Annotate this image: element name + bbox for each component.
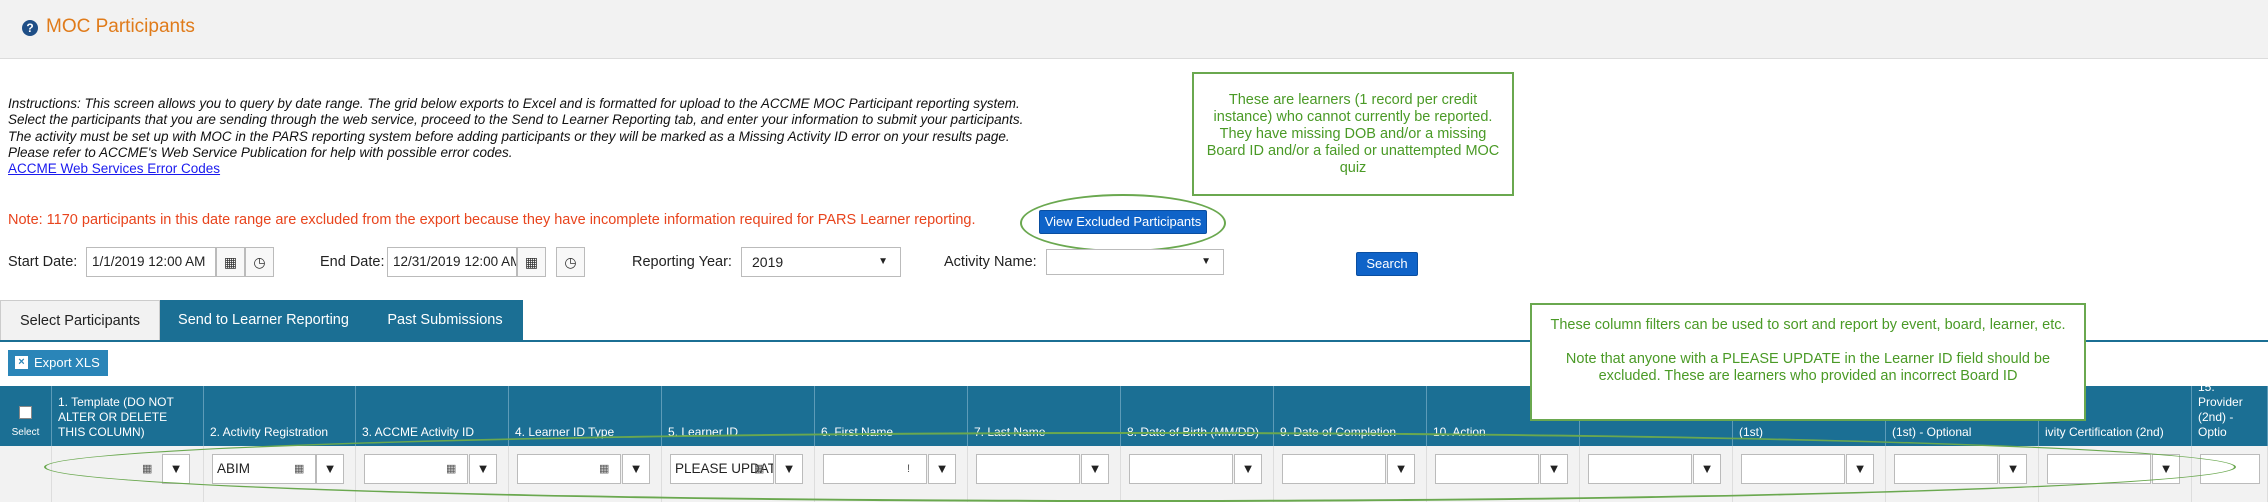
help-icon[interactable]: ?: [22, 20, 38, 36]
select-all-column[interactable]: Select: [0, 386, 52, 446]
excluded-note: Note: 1170 participants in this date ran…: [8, 212, 976, 228]
reporting-year-value: 2019: [752, 254, 784, 270]
column-header[interactable]: 3. ACCME Activity ID: [356, 386, 509, 446]
chevron-down-icon: ▼: [878, 256, 888, 267]
page-title: MOC Participants: [46, 16, 195, 37]
excel-icon: ×: [15, 356, 28, 369]
filters-callout-note: Note that anyone with a PLEASE UPDATE in…: [1565, 351, 2051, 384]
clock-icon[interactable]: ◷: [245, 247, 274, 277]
reporting-year-select[interactable]: 2019 ▼: [741, 247, 901, 277]
filters-callout: These column filters can be used to sort…: [1530, 303, 2086, 421]
tab-select-participants[interactable]: Select Participants: [0, 300, 160, 340]
calendar-icon[interactable]: ▦: [517, 247, 546, 277]
start-date-label: Start Date:: [8, 254, 78, 270]
column-header[interactable]: 15. Provider (2nd) - Optio: [2192, 386, 2268, 446]
instruction-line: The activity must be set up with MOC in …: [8, 128, 1010, 144]
chevron-down-icon: ▼: [1201, 256, 1211, 267]
activity-name-select[interactable]: ▼: [1046, 249, 1224, 275]
excluded-callout: These are learners (1 record per credit …: [1192, 72, 1514, 196]
instruction-line: Select the participants that you are sen…: [8, 112, 1024, 128]
clock-icon[interactable]: ◷: [556, 247, 585, 277]
end-date-input[interactable]: 12/31/2019 12:00 AM: [387, 247, 517, 277]
filter-cell-select: [0, 446, 52, 502]
export-xls-label: Export XLS: [34, 355, 100, 370]
search-button[interactable]: Search: [1356, 252, 1418, 276]
instruction-line: Instructions: This screen allows you to …: [8, 96, 1020, 111]
end-date-label: End Date:: [320, 254, 385, 270]
select-label: Select: [11, 427, 40, 438]
highlight-oval: [1020, 194, 1226, 252]
callout-spacer: [1548, 334, 2068, 351]
calendar-icon[interactable]: ▦: [216, 247, 245, 277]
error-codes-link[interactable]: ACCME Web Services Error Codes: [8, 161, 1158, 177]
column-header[interactable]: 2. Activity Registration: [204, 386, 356, 446]
tab-past-submissions[interactable]: Past Submissions: [367, 300, 523, 340]
select-all-checkbox[interactable]: [19, 406, 32, 419]
instructions: Instructions: This screen allows you to …: [8, 96, 1158, 177]
start-date-input[interactable]: 1/1/2019 12:00 AM: [86, 247, 216, 277]
export-xls-button[interactable]: × Export XLS: [8, 350, 108, 376]
reporting-year-label: Reporting Year:: [632, 254, 732, 270]
tab-send-to-learner-reporting[interactable]: Send to Learner Reporting: [160, 300, 367, 340]
instruction-line: Please refer to ACCME's Web Service Publ…: [8, 144, 513, 160]
highlight-oval: [44, 432, 2236, 502]
filters-callout-text: These column filters can be used to sort…: [1550, 317, 2066, 333]
excluded-callout-text: These are learners (1 record per credit …: [1206, 91, 1500, 176]
column-header[interactable]: 1. Template (DO NOT ALTER OR DELETE THIS…: [52, 386, 204, 446]
title-bar: ? MOC Participants: [0, 0, 2268, 59]
activity-name-label: Activity Name:: [944, 254, 1037, 270]
